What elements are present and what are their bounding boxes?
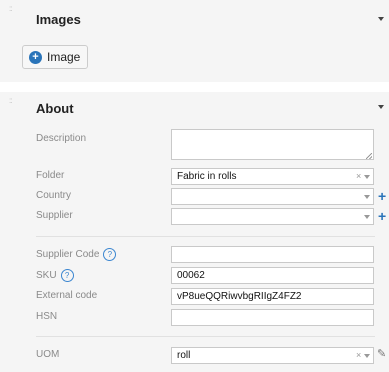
hsn-label: HSN: [36, 311, 58, 322]
uom-select[interactable]: roll ×: [171, 347, 374, 364]
about-section-title: About: [36, 101, 74, 116]
hsn-input[interactable]: [171, 309, 374, 326]
plus-circle-icon: +: [29, 50, 42, 64]
supplier-code-label-text: Supplier Code: [36, 249, 100, 261]
sku-input[interactable]: 00062: [171, 267, 374, 284]
drag-handle-icon[interactable]: ::: [9, 5, 13, 13]
help-icon[interactable]: ?: [60, 269, 74, 282]
add-supplier-icon[interactable]: +: [378, 209, 386, 223]
folder-select[interactable]: Fabric in rolls ×: [171, 168, 374, 185]
country-select[interactable]: [171, 188, 374, 205]
external-code-input[interactable]: vP8ueQQRiwvbgRIIgZ4FZ2: [171, 288, 374, 305]
uom-label: UOM: [36, 349, 60, 360]
uom-value: roll: [177, 350, 191, 361]
resize-handle-icon[interactable]: [366, 153, 372, 159]
supplier-select[interactable]: [171, 208, 374, 225]
country-label: Country: [36, 190, 72, 201]
edit-pencil-icon[interactable]: ✎: [377, 347, 386, 360]
images-collapse-caret-icon[interactable]: [378, 17, 384, 21]
chevron-down-icon[interactable]: [364, 175, 370, 179]
chevron-down-icon[interactable]: [364, 195, 370, 199]
folder-value: Fabric in rolls: [177, 171, 237, 182]
about-collapse-caret-icon[interactable]: [378, 105, 384, 109]
about-panel: :: About Description Folder Fabric in ro…: [0, 92, 389, 372]
external-code-label: External code: [36, 290, 98, 301]
images-panel: :: Images + Image: [0, 0, 389, 82]
sku-label: SKU?: [36, 269, 74, 282]
supplier-label: Supplier: [36, 210, 73, 221]
drag-handle-icon[interactable]: ::: [9, 97, 13, 105]
add-country-icon[interactable]: +: [378, 189, 386, 203]
clear-icon[interactable]: ×: [356, 348, 361, 363]
folder-label: Folder: [36, 170, 65, 181]
clear-icon[interactable]: ×: [356, 169, 361, 184]
section-divider: [36, 336, 375, 337]
images-section-title: Images: [36, 12, 81, 27]
add-image-button-label: Image: [47, 50, 81, 64]
chevron-down-icon[interactable]: [364, 354, 370, 358]
help-icon[interactable]: ?: [103, 248, 117, 261]
description-textarea[interactable]: [171, 129, 374, 160]
supplier-code-label: Supplier Code?: [36, 248, 117, 261]
section-divider: [36, 236, 375, 237]
add-image-button[interactable]: + Image: [22, 45, 88, 69]
supplier-code-input[interactable]: [171, 246, 374, 263]
description-label: Description: [36, 133, 87, 144]
sku-label-text: SKU: [36, 270, 57, 282]
chevron-down-icon[interactable]: [364, 215, 370, 219]
